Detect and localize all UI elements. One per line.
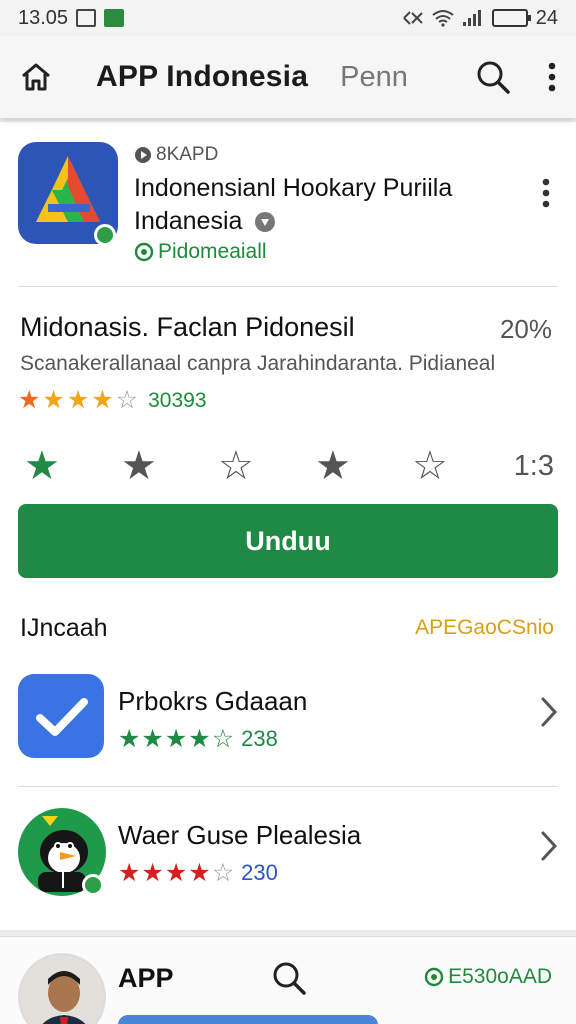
star-icon: ★ (18, 386, 41, 414)
list-item[interactable]: Waer Guse Plealesia ★ ★ ★ ★ ☆ 230 (18, 808, 558, 896)
bottom-bar-label[interactable]: APP (118, 963, 174, 994)
detail-title: Midonasis. Faclan Pidonesil (20, 312, 355, 342)
install-button-label: Unduu (245, 525, 331, 556)
rate-this-app: ★ ★ ☆ ★ ☆ 1:3 (24, 444, 554, 488)
detail-percent: 20% (499, 314, 552, 344)
list-item-count: 230 (241, 860, 278, 885)
bottom-search-icon[interactable] (272, 961, 306, 995)
app-more-options-icon[interactable] (542, 178, 550, 208)
star-icon: ★ (188, 724, 211, 753)
divider (18, 286, 558, 287)
star-outline-icon: ☆ (211, 724, 235, 753)
verified-badge-icon (82, 874, 104, 896)
bottom-bar: APP E530oAAD (0, 936, 576, 1024)
app-header: 8KAPD Indonensianl Hookary Puriila Indan… (18, 142, 558, 268)
chevron-right-icon[interactable] (540, 830, 558, 862)
rate-star-3-icon[interactable]: ☆ (218, 446, 315, 486)
notification-icon (76, 9, 97, 27)
bottom-bar-right-link[interactable]: E530oAAD (424, 965, 552, 989)
star-icon: ★ (164, 724, 188, 753)
star-icon: ★ (66, 386, 90, 414)
battery-icon (491, 9, 531, 27)
list-item[interactable]: Prbokrs Gdaaan ★ ★ ★ ★ ☆ 238 (18, 674, 558, 758)
bottom-action-pill[interactable] (118, 1015, 378, 1024)
rate-star-5-icon[interactable]: ☆ (412, 446, 509, 486)
checkmark-app-icon (18, 674, 104, 758)
app-name-line2: Indanesia (134, 207, 243, 235)
developer-icon (134, 242, 154, 262)
app-details-card: 8KAPD Indonensianl Hookary Puriila Indan… (0, 122, 576, 930)
verified-badge-icon (94, 224, 116, 246)
app-rating: ★ ★ ★ ★ ☆ 30393 (18, 388, 207, 413)
app-name: Indonensianl Hookary Puriila Indanesia (134, 172, 514, 238)
rate-star-4-icon[interactable]: ★ (315, 446, 412, 486)
wifi-icon (432, 10, 454, 27)
bottom-bar-right-label: E530oAAD (448, 965, 552, 988)
status-time: 13.05 (18, 6, 69, 29)
star-icon: ★ (164, 858, 188, 887)
rate-star-1-icon[interactable]: ★ (24, 446, 121, 486)
star-icon: ★ (42, 386, 65, 414)
star-icon: ★ (188, 858, 211, 887)
developer-name[interactable]: Pidomeaiall (134, 240, 267, 264)
detail-description: Scanakerallanaal canpra Jarahindaranta. … (20, 352, 496, 375)
list-item-rating: ★ ★ ★ ★ ☆ 238 (118, 726, 278, 752)
avatar[interactable] (18, 953, 106, 1024)
page-title: APP Indonesia (96, 60, 309, 93)
app-name-line1: Indonensianl Hookary Puriila (134, 174, 453, 202)
search-icon[interactable] (476, 60, 510, 94)
install-button[interactable]: Unduu (18, 504, 558, 578)
related-section-title: IJncaah (20, 614, 108, 642)
related-see-more-link[interactable]: APEGaoCSnio (415, 616, 554, 640)
chevron-right-icon[interactable] (540, 696, 558, 728)
list-item-title: Prbokrs Gdaaan (118, 686, 308, 716)
rating-count: 30393 (148, 388, 207, 412)
rate-star-2-icon[interactable]: ★ (121, 446, 218, 486)
list-item-title: Waer Guse Plealesia (118, 820, 362, 850)
list-item-count: 238 (241, 726, 278, 751)
developer-label: Pidomeaiall (158, 240, 267, 263)
star-outline-icon: ☆ (115, 386, 139, 414)
list-item-rating: ★ ★ ★ ★ ☆ 230 (118, 860, 278, 886)
info-icon[interactable] (254, 211, 276, 233)
app-notification-icon (104, 9, 125, 27)
signal-icon (462, 10, 481, 26)
app-bar: APP Indonesia Penn (0, 36, 576, 118)
status-bar: 13.05 24 (0, 0, 576, 36)
app-badge-label: 8KAPD (156, 144, 219, 165)
divider (18, 786, 558, 787)
star-ratio: 1:3 (513, 449, 554, 482)
home-icon[interactable] (20, 62, 52, 92)
developer-icon (424, 967, 444, 987)
star-icon: ★ (141, 724, 164, 753)
header-subtitle[interactable]: Penn (340, 61, 408, 94)
more-options-icon[interactable] (548, 62, 556, 92)
app-badge: 8KAPD (134, 144, 218, 166)
battery-level: 24 (535, 6, 558, 29)
star-icon: ★ (141, 858, 164, 887)
star-icon: ★ (118, 724, 141, 753)
star-icon: ★ (91, 386, 114, 414)
play-badge-icon (135, 147, 151, 163)
star-outline-icon: ☆ (211, 858, 235, 887)
star-icon: ★ (118, 858, 141, 887)
mute-icon (403, 11, 423, 25)
